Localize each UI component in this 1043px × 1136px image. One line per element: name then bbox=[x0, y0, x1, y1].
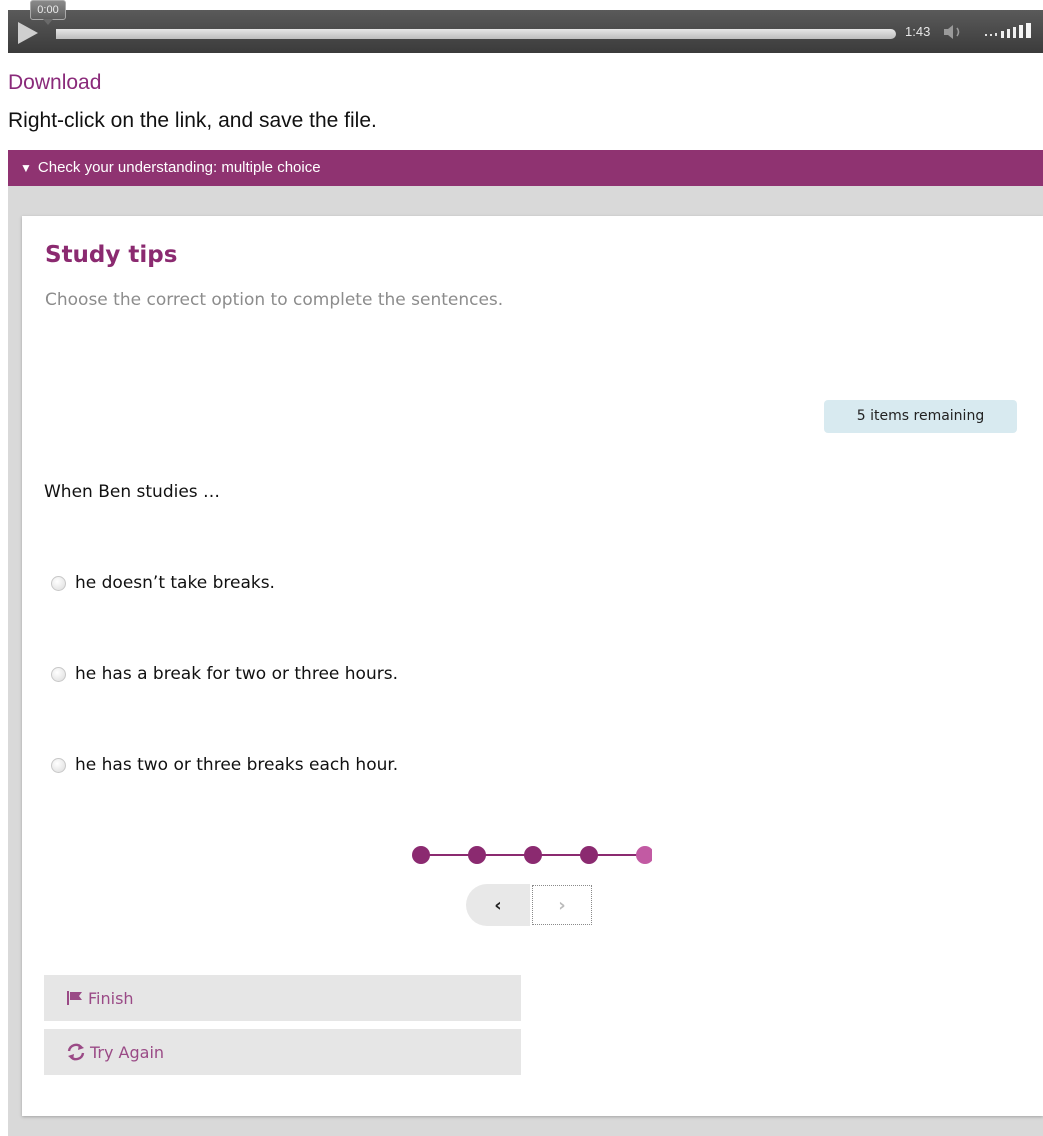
answer-option[interactable]: he doesn’t take breaks. bbox=[51, 573, 275, 593]
duration: 1:43 bbox=[905, 24, 931, 39]
try-again-label: Try Again bbox=[90, 1042, 165, 1062]
triangle-down-icon: ▼ bbox=[20, 161, 32, 175]
progress-dot[interactable] bbox=[580, 846, 598, 864]
play-icon[interactable] bbox=[18, 22, 38, 44]
progress-dot[interactable] bbox=[412, 846, 430, 864]
next-button[interactable]: › bbox=[532, 885, 592, 925]
quiz-card: Study tips Choose the correct option to … bbox=[22, 216, 1043, 1116]
volume-icon[interactable] bbox=[942, 23, 968, 41]
progress-dot[interactable] bbox=[468, 846, 486, 864]
audio-player: 0:00 1:43 bbox=[8, 0, 1043, 53]
question-text: When Ben studies … bbox=[44, 482, 221, 502]
radio-button[interactable] bbox=[51, 666, 66, 682]
quiz-instruction: Choose the correct option to complete th… bbox=[45, 290, 504, 310]
quiz-title: Study tips bbox=[45, 242, 178, 268]
chevron-left-icon: ‹ bbox=[494, 894, 502, 916]
refresh-icon bbox=[66, 1043, 86, 1061]
previous-button[interactable]: ‹ bbox=[466, 884, 530, 926]
answer-option[interactable]: he has a break for two or three hours. bbox=[51, 664, 398, 684]
progress-dot[interactable] bbox=[636, 846, 652, 864]
current-time: 0:00 bbox=[30, 0, 66, 25]
option-label: he doesn’t take breaks. bbox=[75, 573, 275, 593]
download-instruction: Right-click on the link, and save the fi… bbox=[8, 109, 377, 132]
chevron-right-icon: › bbox=[558, 894, 566, 916]
accordion-header[interactable]: ▼ Check your understanding: multiple choi… bbox=[8, 150, 1043, 186]
download-link[interactable]: Download bbox=[8, 71, 101, 95]
finish-button[interactable]: Finish bbox=[44, 975, 521, 1021]
radio-button[interactable] bbox=[51, 757, 66, 773]
seek-bar[interactable] bbox=[56, 29, 896, 39]
progress-dots bbox=[412, 846, 652, 864]
flag-icon bbox=[66, 990, 84, 1006]
option-label: he has two or three breaks each hour. bbox=[75, 755, 399, 775]
volume-level-icon[interactable] bbox=[983, 23, 1039, 41]
remaining-badge: 5 items remaining bbox=[824, 400, 1017, 433]
progress-dot[interactable] bbox=[524, 846, 542, 864]
finish-label: Finish bbox=[88, 988, 134, 1008]
option-label: he has a break for two or three hours. bbox=[75, 664, 398, 684]
answer-option[interactable]: he has two or three breaks each hour. bbox=[51, 755, 398, 775]
radio-button[interactable] bbox=[51, 575, 66, 591]
try-again-button[interactable]: Try Again bbox=[44, 1029, 521, 1075]
accordion-title: Check your understanding: multiple choic… bbox=[37, 159, 321, 176]
